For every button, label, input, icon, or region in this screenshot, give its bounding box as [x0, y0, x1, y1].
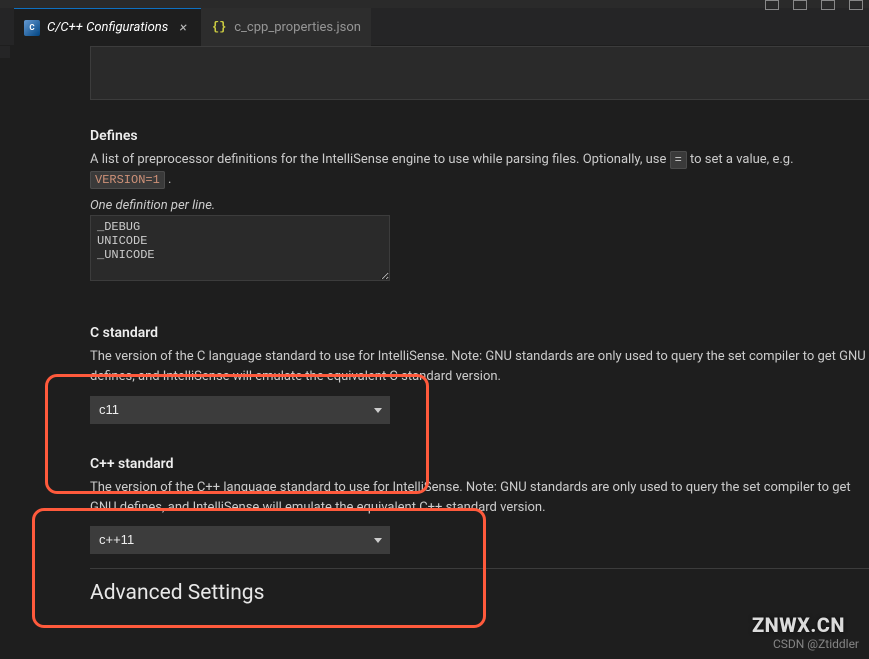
split-icon[interactable]: [821, 0, 835, 10]
equals-code: =: [670, 151, 687, 169]
tab-bar: C C/C++ Configurations × {} c_cpp_proper…: [0, 8, 869, 46]
defines-description: A list of preprocessor definitions for t…: [90, 150, 869, 190]
c-standard-title: C standard: [90, 325, 869, 341]
split-icon[interactable]: [765, 0, 779, 10]
tab-label: C/C++ Configurations: [47, 20, 168, 35]
advanced-settings-title: Advanced Settings: [90, 581, 869, 605]
tab-json-file[interactable]: {} c_cpp_properties.json: [201, 8, 371, 46]
c-standard-description: The version of the C language standard t…: [90, 347, 869, 387]
cpp-icon: C: [24, 20, 40, 36]
include-path-textarea-partial[interactable]: [90, 46, 869, 100]
version-example-code: VERSION=1: [90, 171, 165, 189]
tab-label: c_cpp_properties.json: [234, 20, 361, 35]
layout-controls: [765, 0, 863, 10]
cpp-standard-select[interactable]: c++11: [90, 526, 390, 554]
cpp-standard-title: C++ standard: [90, 456, 869, 472]
defines-title: Defines: [90, 128, 869, 144]
defines-hint: One definition per line.: [90, 198, 869, 213]
settings-content: Defines A list of preprocessor definitio…: [0, 46, 869, 605]
section-divider: [90, 568, 869, 569]
tab-cpp-configurations[interactable]: C C/C++ Configurations ×: [14, 8, 201, 46]
c-standard-select[interactable]: c11: [90, 396, 390, 424]
top-toolbar: [0, 0, 869, 8]
watermark-text: ZNWX.CN: [752, 613, 845, 637]
layout-icon[interactable]: [849, 0, 863, 10]
attribution-text: CSDN @Ztiddler: [773, 637, 859, 651]
close-icon[interactable]: ×: [175, 20, 191, 36]
defines-textarea[interactable]: [90, 215, 390, 281]
split-icon[interactable]: [793, 0, 807, 10]
json-braces-icon: {}: [211, 19, 227, 35]
cpp-standard-description: The version of the C++ language standard…: [90, 478, 869, 518]
